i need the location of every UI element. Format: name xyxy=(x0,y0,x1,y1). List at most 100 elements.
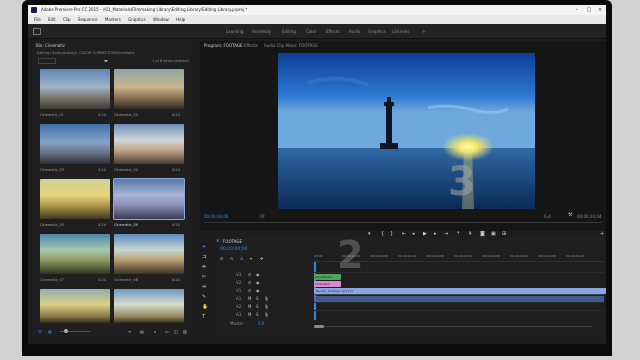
master-volume-value[interactable]: 0.0 xyxy=(258,321,264,326)
menu-window[interactable]: Window xyxy=(153,15,169,24)
lock-icon[interactable]: ⊡ xyxy=(248,280,251,285)
workspace-effects[interactable]: Effects xyxy=(326,29,340,34)
tools-panel: ➤ ⇉ ⇼ ✄ ⇹ ✎ ✋ T xyxy=(200,241,210,321)
search-input[interactable] xyxy=(38,58,56,64)
new-bin-icon[interactable]: ▭ xyxy=(165,329,169,334)
track-a3-label[interactable]: A3 xyxy=(236,312,241,317)
more-workspaces-icon[interactable]: » xyxy=(422,29,425,35)
tab-program[interactable]: Program: FOOTAGE xyxy=(204,43,243,48)
razor-tool-icon[interactable]: ✄ xyxy=(202,275,206,280)
clip-thumbnail[interactable] xyxy=(40,179,110,219)
list-view-icon[interactable]: ☰ xyxy=(38,329,42,334)
ruler-label: 00;00;20;00 xyxy=(454,254,473,258)
lock-icon[interactable]: ⊡ xyxy=(248,288,251,293)
clip-thumbnail[interactable] xyxy=(40,69,110,109)
workspace-learning[interactable]: Learning xyxy=(226,29,243,34)
pen-tool-icon[interactable]: ✎ xyxy=(202,295,206,300)
playhead-timecode[interactable]: 00;00;00;00 xyxy=(204,214,228,219)
snap-icon[interactable]: ∩ xyxy=(230,256,233,261)
close-tab-icon[interactable]: × xyxy=(216,238,219,243)
timeline-sequence-tab[interactable]: FOOTAGE xyxy=(223,239,242,244)
nest-icon[interactable]: ⊟ xyxy=(220,256,223,261)
ripple-edit-tool-icon[interactable]: ⇼ xyxy=(202,265,206,270)
clip-thumbnail[interactable] xyxy=(114,289,184,323)
cinematic-clip[interactable]: Cinematic xyxy=(314,281,341,287)
solo-icon[interactable]: S xyxy=(256,296,259,301)
scrub-bar[interactable] xyxy=(204,222,602,223)
home-icon[interactable] xyxy=(33,28,41,35)
clip-thumbnail-selected[interactable] xyxy=(113,178,185,220)
menu-edit[interactable]: Edit xyxy=(48,15,56,24)
bin-tab[interactable]: Bin: Cinematic xyxy=(36,43,65,48)
clip-thumbnail[interactable] xyxy=(114,234,184,274)
add-marker-timeline-icon[interactable]: ▾ xyxy=(250,256,252,261)
selection-tool-icon[interactable]: ➤ xyxy=(202,245,206,250)
track-select-tool-icon[interactable]: ⇉ xyxy=(202,255,206,260)
workspace-libraries[interactable]: Libraries xyxy=(392,29,409,34)
icon-view-icon[interactable]: ▦ xyxy=(48,329,52,334)
clip-thumbnail[interactable] xyxy=(40,289,110,323)
tab-audio-mixer[interactable]: Audio Clip Mixer: FOOTAGE xyxy=(264,43,318,48)
zoom-scroll-handle-left[interactable] xyxy=(314,325,324,328)
clip-thumbnail[interactable] xyxy=(114,124,184,164)
linked-selection-icon[interactable]: ⊠ xyxy=(240,256,243,261)
automate-icon[interactable]: ▤ xyxy=(140,329,144,334)
clip-thumbnail[interactable] xyxy=(40,234,110,274)
solo-icon[interactable]: S xyxy=(256,304,259,309)
eye-icon[interactable]: ◉ xyxy=(256,272,260,277)
type-tool-icon[interactable]: T xyxy=(202,315,205,320)
folder-icon[interactable]: ▬ xyxy=(104,58,108,63)
workspace-color[interactable]: Color xyxy=(306,29,316,34)
new-item-icon[interactable]: ◫ xyxy=(174,329,178,334)
video-clip[interactable]: Render_footage.mp4 [V] xyxy=(314,288,606,294)
track-v3-label[interactable]: V3 xyxy=(236,272,241,277)
clip-thumbnail[interactable] xyxy=(40,124,110,164)
workspace-editing[interactable]: Editing xyxy=(282,29,296,34)
solo-icon[interactable]: S xyxy=(256,312,259,317)
mute-icon[interactable]: M xyxy=(248,312,251,317)
menu-sequence[interactable]: Sequence xyxy=(78,15,98,24)
quality-dropdown[interactable]: Full xyxy=(544,214,551,219)
track-a2-label[interactable]: A2 xyxy=(236,304,241,309)
workspace-graphics[interactable]: Graphics xyxy=(368,29,386,34)
clip-thumbnail[interactable] xyxy=(114,69,184,109)
track-divider xyxy=(314,302,604,303)
track-a1-label[interactable]: A1 xyxy=(236,296,241,301)
ruler-label: 00;00;16;00 xyxy=(426,254,445,258)
eye-icon[interactable]: ◉ xyxy=(256,280,260,285)
menu-help[interactable]: Help xyxy=(176,15,185,24)
mic-icon[interactable]: 🎙 xyxy=(264,296,269,301)
clip-label: Render_footage.mp4 [V] xyxy=(316,289,353,293)
find-icon[interactable]: ⌕ xyxy=(154,329,156,334)
clip-duration: 0:24 xyxy=(98,278,106,282)
track-v2-label[interactable]: V2 xyxy=(236,280,241,285)
sort-icon[interactable]: ≡ xyxy=(128,329,131,334)
timeline-timecode[interactable]: 00;00;00;00 xyxy=(220,247,247,252)
eye-icon[interactable]: ◉ xyxy=(256,288,260,293)
minimize-icon[interactable]: – xyxy=(571,6,583,14)
close-icon[interactable]: × xyxy=(594,6,606,14)
mic-icon[interactable]: 🎙 xyxy=(264,304,269,309)
mic-icon[interactable]: 🎙 xyxy=(264,312,269,317)
workspace-assembly[interactable]: Assembly xyxy=(252,29,271,34)
mute-icon[interactable]: M xyxy=(248,304,251,309)
menu-markers[interactable]: Markers xyxy=(105,15,121,24)
adjustment-layer-clip[interactable]: Adjustment xyxy=(314,274,341,280)
track-v1-label[interactable]: V1 xyxy=(236,288,241,293)
horizontal-scroll-bar[interactable] xyxy=(324,326,592,327)
menu-file[interactable]: File xyxy=(34,15,41,24)
fit-dropdown[interactable]: Fit xyxy=(260,214,265,219)
zoom-slider-handle[interactable] xyxy=(64,329,68,333)
trash-icon[interactable]: ▥ xyxy=(183,329,187,334)
wrench-icon[interactable]: ⚒ xyxy=(568,213,572,218)
workspace-audio[interactable]: Audio xyxy=(349,29,360,34)
menu-clip[interactable]: Clip xyxy=(63,15,71,24)
mute-icon[interactable]: M xyxy=(248,296,251,301)
timeline-settings-icon[interactable]: ✜ xyxy=(260,256,263,261)
tab-effects[interactable]: Effects xyxy=(244,43,258,48)
hand-tool-icon[interactable]: ✋ xyxy=(202,305,208,310)
menu-graphics[interactable]: Graphics xyxy=(128,15,146,24)
audio-clip[interactable] xyxy=(314,296,604,302)
slip-tool-icon[interactable]: ⇹ xyxy=(202,285,206,290)
lock-icon[interactable]: ⊡ xyxy=(248,272,251,277)
